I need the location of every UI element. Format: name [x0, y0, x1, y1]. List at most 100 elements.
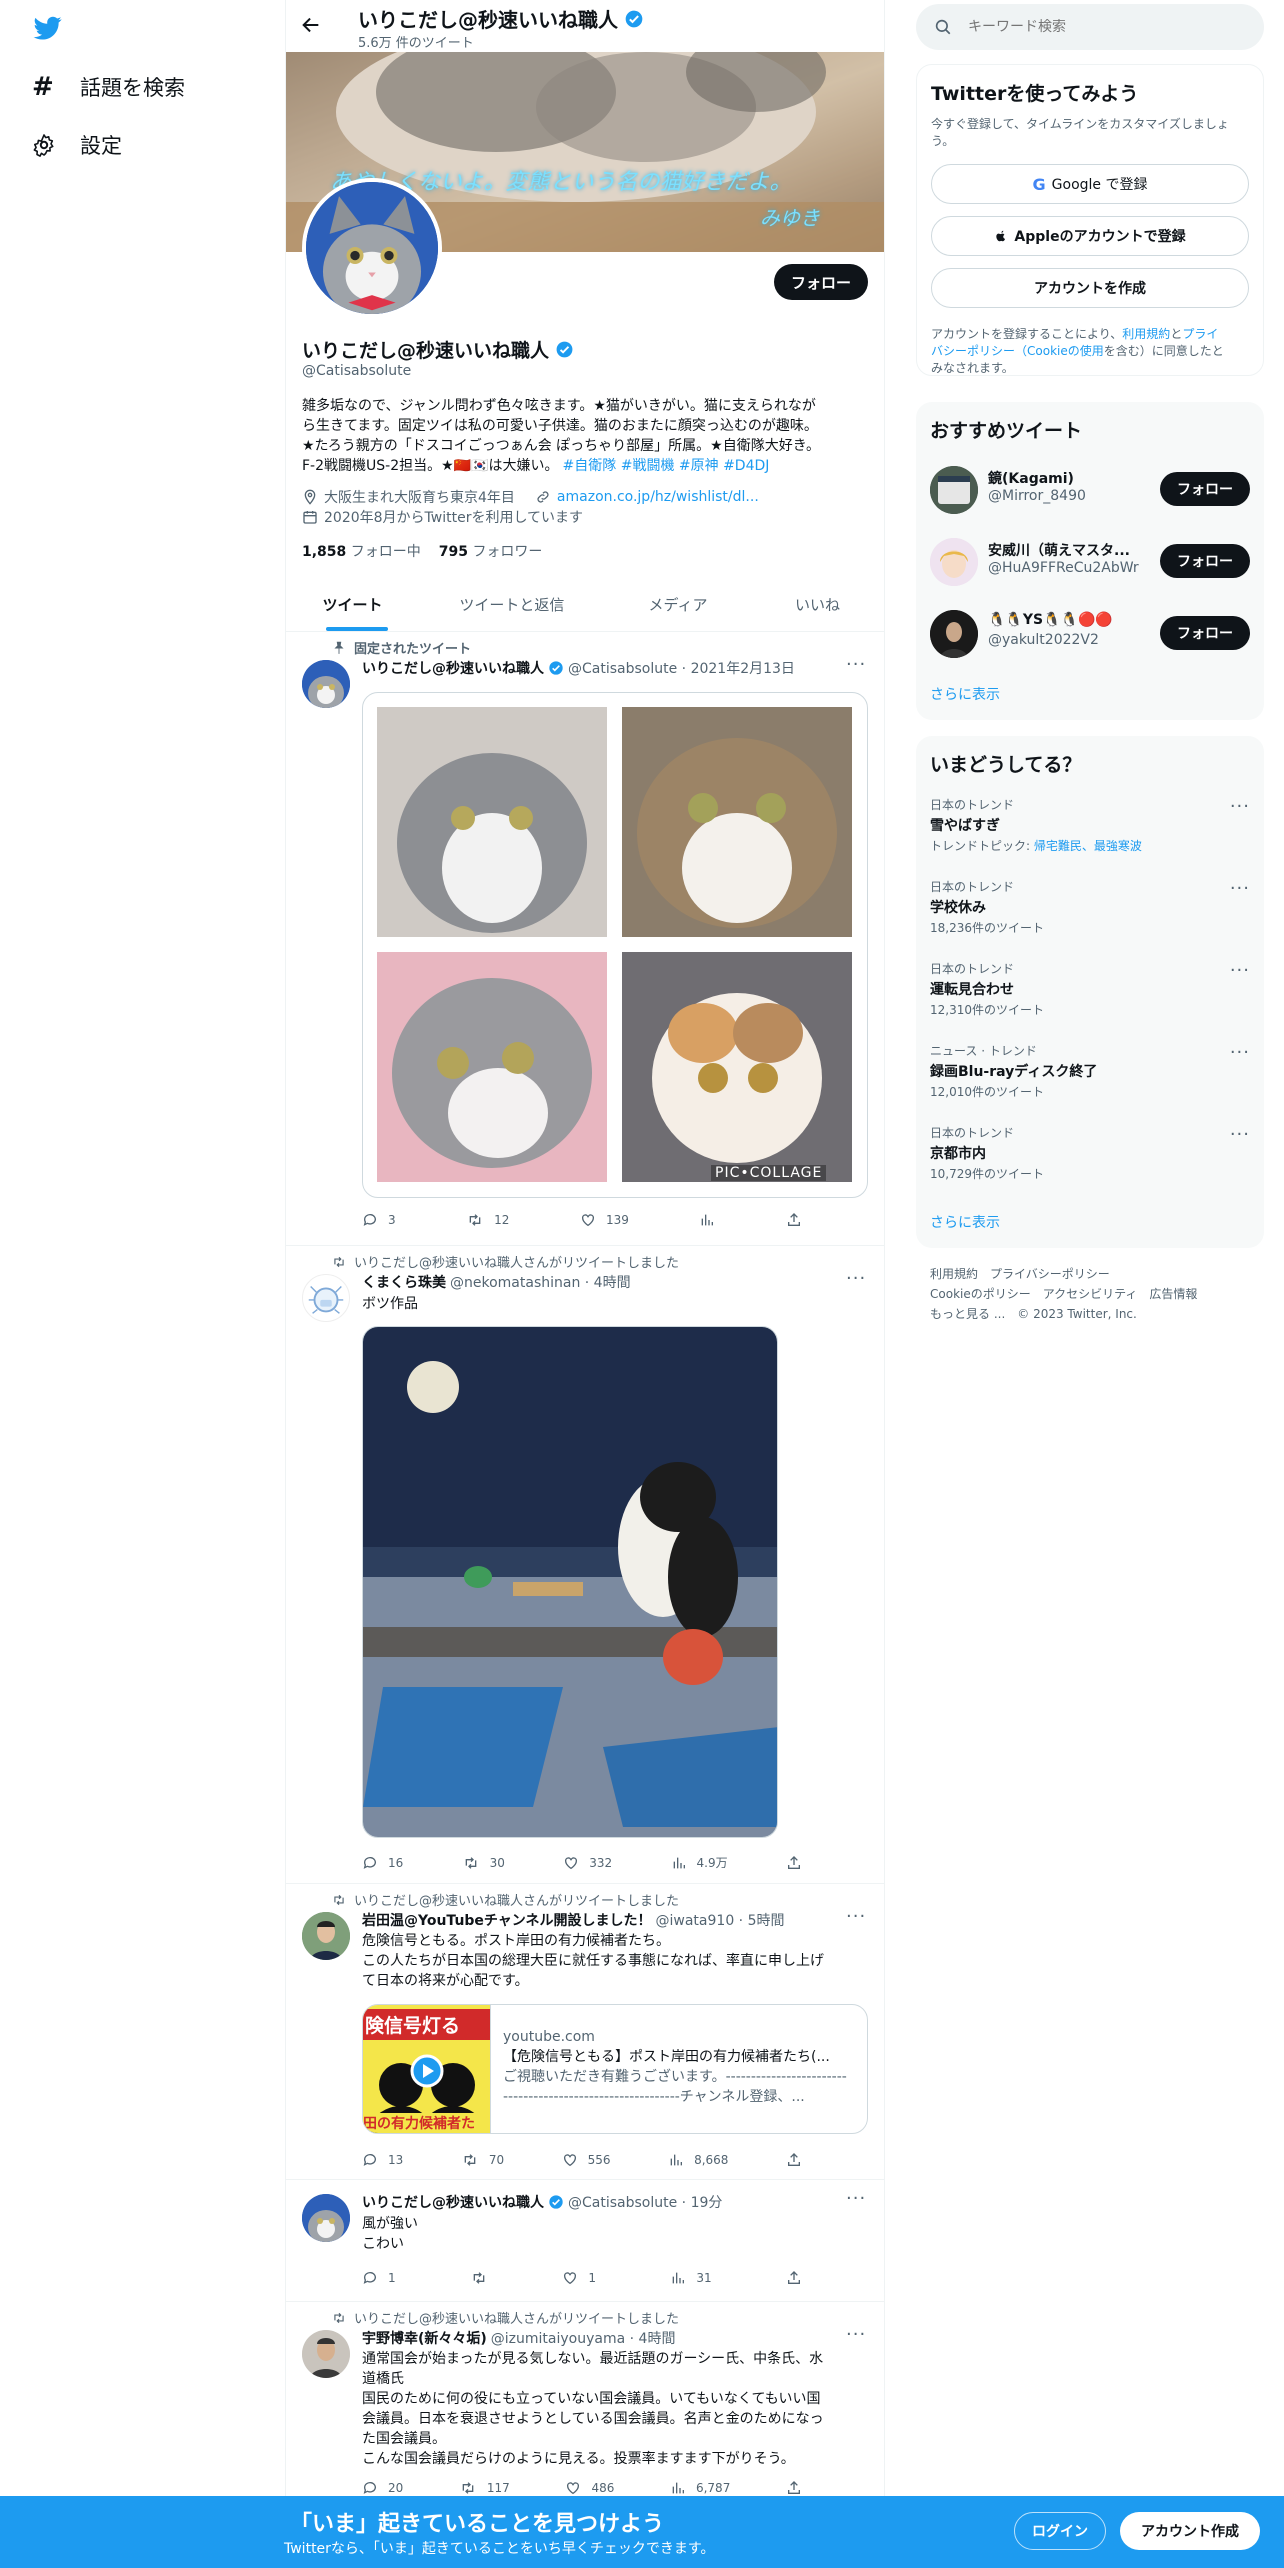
tweet-author-name[interactable]: くまくら珠美 [362, 1272, 446, 1292]
more-icon[interactable]: ··· [846, 654, 866, 675]
tab-replies[interactable]: ツイートと返信 [419, 578, 605, 631]
views-button[interactable] [699, 1212, 715, 1228]
nav-settings[interactable]: 設定 [32, 116, 252, 174]
trend-item[interactable]: 日本のトレンド 運転見合わせ 12,310件のツイート ··· [930, 960, 1250, 1018]
footer-links[interactable]: Cookieのポリシー アクセシビリティ 広告情報 [930, 1284, 1197, 1304]
more-icon[interactable]: ··· [846, 1906, 866, 1927]
tab-tweets[interactable]: ツイート [286, 578, 419, 631]
more-icon[interactable]: ··· [846, 2324, 866, 2345]
views-button[interactable]: 31 [670, 2270, 712, 2286]
more-icon[interactable]: ··· [846, 2188, 866, 2209]
profile-link[interactable]: amazon.co.jp/hz/wishlist/dl... [557, 489, 759, 505]
avatar[interactable] [302, 1912, 350, 1960]
profile-location: 大阪生まれ大阪育ち東京4年目 [324, 490, 515, 506]
trend-item[interactable]: 日本のトレンド 雪やばすぎ トレンドトピック: 帰宅難民、最強寒波 ··· [930, 796, 1250, 854]
reply-button[interactable]: 20 [362, 2480, 403, 2496]
trends-show-more[interactable]: さらに表示 [930, 1212, 1000, 1232]
following-link[interactable]: 1,858 フォロー中 [302, 541, 421, 561]
views-button[interactable]: 4.9万 [671, 1854, 728, 1871]
reply-button[interactable]: 13 [362, 2152, 403, 2168]
retweet-button[interactable]: 117 [459, 2480, 510, 2496]
tweet-photo-grid[interactable]: PIC•COLLAGE [362, 692, 868, 1198]
share-button[interactable] [786, 1854, 802, 1871]
retweet-button[interactable]: 70 [461, 2152, 504, 2168]
more-icon[interactable]: ··· [1230, 1042, 1250, 1063]
tweet-own-wind[interactable]: いりこだし@秒速いいね職人 @Catisabsolute · 19分 ··· 風… [286, 2180, 884, 2302]
twitter-logo[interactable] [32, 14, 64, 42]
more-icon[interactable]: ··· [1230, 796, 1250, 817]
trend-item[interactable]: 日本のトレンド 学校休み 18,236件のツイート ··· [930, 878, 1250, 936]
apple-signup-button[interactable]: Appleのアカウントで登録 [931, 216, 1249, 256]
search-box[interactable] [916, 4, 1264, 50]
retweet-button[interactable]: 12 [466, 1212, 509, 1228]
cookie-link[interactable]: （Cookieの使用 [1015, 344, 1104, 358]
reply-icon [363, 2272, 376, 2284]
recommended-user[interactable]: 安威川（萌えマスタ... @HuA9FFReCu2AbWr フォロー [930, 536, 1250, 588]
privacy-link[interactable]: プライ [1182, 327, 1218, 341]
more-icon[interactable]: ··· [1230, 878, 1250, 899]
more-icon[interactable]: ··· [846, 1268, 866, 1289]
retweet-button[interactable]: 30 [462, 1854, 505, 1871]
retweet-count: 70 [488, 2153, 505, 2167]
trend-item[interactable]: ニュース · トレンド 録画Blu-rayディスク終了 12,010件のツイート… [930, 1042, 1250, 1100]
bio-hashtags[interactable]: #自衛隊 #戦闘機 #原神 #D4DJ [563, 458, 770, 474]
profile-avatar[interactable] [302, 178, 442, 318]
more-icon[interactable]: ··· [1230, 960, 1250, 981]
like-button[interactable]: 1 [562, 2270, 596, 2286]
reply-button[interactable]: 1 [362, 2270, 396, 2286]
footer-links[interactable]: もっと見る ... © 2023 Twitter, Inc. [930, 1304, 1197, 1324]
search-input[interactable] [968, 19, 1228, 35]
avatar[interactable] [302, 2330, 350, 2378]
like-button[interactable]: 556 [562, 2152, 611, 2168]
tweet-retweet-kumakura[interactable]: いりこだし@秒速いいね職人さんがリツイートしました くまくら珠美 @nekoma… [286, 1246, 884, 1884]
nav-explore[interactable]: # 話題を検索 [32, 58, 252, 116]
tweet-author-name[interactable]: 岩田温@YouTubeチャンネル開設しました！ [362, 1910, 652, 1930]
back-arrow-icon[interactable] [300, 14, 324, 38]
signup-button[interactable]: アカウント作成 [1120, 2512, 1260, 2550]
tweet-retweet-uno[interactable]: いりこだし@秒速いいね職人さんがリツイートしました 宇野博幸(新々々垢) @iz… [286, 2302, 884, 2498]
tweet-image-painting[interactable] [362, 1326, 778, 1838]
recommended-user[interactable]: 鏡(Kagami) @Mirror_8490 フォロー [930, 464, 1250, 516]
share-button[interactable] [786, 2152, 802, 2168]
tweet-pinned[interactable]: 固定されたツイート いりこだし@秒速いいね職人 @Catisabsolute ·… [286, 632, 884, 1246]
views-button[interactable]: 6,787 [670, 2480, 730, 2496]
analytics-icon [702, 1214, 714, 1226]
link-card[interactable]: 険信号灯る 田の有力候補者た youtube.com 【危険信号ともる】ポスト岸… [362, 2004, 868, 2134]
more-icon[interactable]: ··· [1230, 1124, 1250, 1145]
share-button[interactable] [786, 2480, 802, 2496]
tweet-author-name[interactable]: いりこだし@秒速いいね職人 [362, 658, 544, 678]
share-button[interactable] [786, 2270, 802, 2286]
login-button[interactable]: ログイン [1014, 2512, 1106, 2550]
tab-media[interactable]: メディア [605, 578, 751, 631]
avatar[interactable] [302, 2194, 350, 2242]
tweet-retweet-iwata[interactable]: いりこだし@秒速いいね職人さんがリツイートしました 岩田温@YouTubeチャン… [286, 1884, 884, 2180]
recommended-user[interactable]: 🐧🐧YS🐧🐧🔴🔴 @yakult2022V2 フォロー [930, 608, 1250, 660]
trend-topic-links[interactable]: 帰宅難民、最強寒波 [1034, 839, 1142, 853]
avatar[interactable] [302, 1274, 350, 1322]
like-button[interactable]: 332 [563, 1854, 612, 1871]
google-signup-button[interactable]: G Google で登録 [931, 164, 1249, 204]
calendar-icon [302, 509, 318, 525]
tweet-author-name[interactable]: いりこだし@秒速いいね職人 [362, 2192, 544, 2212]
follow-button[interactable]: フォロー [1160, 472, 1250, 506]
avatar[interactable] [302, 660, 350, 708]
follow-button[interactable]: フォロー [1160, 616, 1250, 650]
recommended-show-more[interactable]: さらに表示 [930, 684, 1000, 704]
share-button[interactable] [786, 1212, 802, 1228]
reply-button[interactable]: 3 [362, 1212, 396, 1228]
views-button[interactable]: 8,668 [668, 2152, 728, 2168]
terms-link[interactable]: 利用規約 [1122, 327, 1170, 341]
reply-button[interactable]: 16 [362, 1854, 403, 1871]
like-button[interactable]: 486 [565, 2480, 614, 2496]
follow-button[interactable]: フォロー [1160, 544, 1250, 578]
profile-follow-button[interactable]: フォロー [774, 264, 868, 300]
followers-link[interactable]: 795 フォロワー [439, 541, 543, 561]
retweet-button[interactable] [470, 2270, 488, 2286]
privacy-link[interactable]: バシーポリシー [931, 344, 1015, 358]
like-button[interactable]: 139 [580, 1212, 629, 1228]
trend-item[interactable]: 日本のトレンド 京都市内 10,729件のツイート ··· [930, 1124, 1250, 1182]
footer-links[interactable]: 利用規約 プライバシーポリシー [930, 1264, 1197, 1284]
tab-likes[interactable]: いいね [751, 578, 884, 631]
tweet-author-name[interactable]: 宇野博幸(新々々垢) [362, 2328, 487, 2348]
create-account-button[interactable]: アカウントを作成 [931, 268, 1249, 308]
